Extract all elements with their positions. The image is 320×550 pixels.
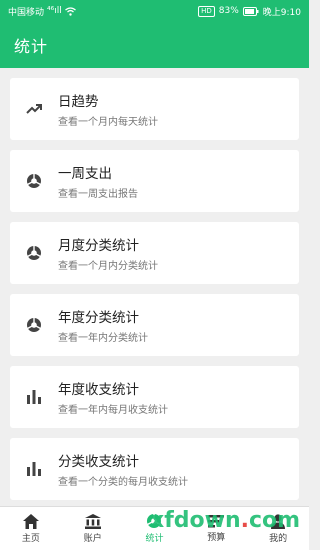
bar-chart-icon (10, 390, 58, 404)
card-title: 分类收支统计 (58, 454, 139, 470)
card-title: 年度收支统计 (58, 382, 139, 398)
hd-badge: HD (198, 5, 215, 17)
wifi-icon (64, 6, 76, 16)
battery-icon (242, 6, 259, 16)
pie-icon (10, 317, 58, 333)
tab-label: 我的 (269, 533, 288, 544)
budget-icon (208, 514, 225, 527)
card-subtitle: 查看一个月内每天统计 (58, 117, 158, 128)
card-title: 年度分类统计 (58, 310, 139, 326)
card-weekly-expense[interactable]: 一周支出 查看一周支出报告 (10, 150, 299, 212)
status-bar: 中国移动 ⁴⁶ıll HD 83% 晚上9:10 (0, 0, 309, 22)
bank-icon (84, 513, 101, 529)
carrier-label: 中国移动 (8, 7, 45, 18)
card-subtitle: 查看一个分类的每月收支统计 (58, 477, 188, 488)
tab-mine[interactable]: 我的 (247, 507, 309, 550)
card-yearly-category[interactable]: 年度分类统计 查看一年内分类统计 (10, 294, 299, 356)
clock: 晚上9:10 (262, 7, 301, 18)
card-yearly-income-expense[interactable]: 年度收支统计 查看一年内每月收支统计 (10, 366, 299, 428)
card-subtitle: 查看一年内分类统计 (58, 333, 148, 344)
card-subtitle: 查看一年内每月收支统计 (58, 405, 168, 416)
tab-budget[interactable]: 预算 (185, 507, 247, 550)
card-title: 月度分类统计 (58, 238, 139, 254)
app-bar: 统计 (0, 22, 309, 68)
card-subtitle: 查看一个月内分类统计 (58, 261, 158, 272)
user-icon (271, 513, 286, 529)
signal-icon: ⁴⁶ıll (47, 6, 62, 16)
page-title: 统计 (14, 37, 49, 56)
tab-label: 主页 (21, 533, 40, 544)
tab-label: 统计 (145, 534, 164, 544)
card-category-income-expense[interactable]: 分类收支统计 查看一个分类的每月收支统计 (10, 438, 299, 500)
stats-icon (147, 513, 162, 528)
card-monthly-category[interactable]: 月度分类统计 查看一个月内分类统计 (10, 222, 299, 284)
card-daily-trend[interactable]: 日趋势 查看一个月内每天统计 (10, 78, 299, 140)
card-subtitle: 查看一周支出报告 (58, 189, 138, 200)
bar-chart-icon (10, 462, 58, 476)
trend-icon (10, 103, 58, 115)
card-title: 一周支出 (58, 166, 112, 182)
tab-stats[interactable]: 统计 (124, 507, 186, 550)
tab-label: 账户 (83, 533, 102, 544)
card-title: 日趋势 (58, 94, 99, 110)
pie-icon (10, 245, 58, 261)
home-icon (22, 513, 39, 529)
pie-icon (10, 173, 58, 189)
tab-home[interactable]: 主页 (0, 507, 62, 550)
battery-level: 83% (218, 6, 239, 16)
tab-account[interactable]: 账户 (62, 507, 124, 550)
bottom-tab-bar: 主页 账户 统计 预算 我的 (0, 506, 309, 550)
tab-label: 预算 (207, 532, 226, 543)
